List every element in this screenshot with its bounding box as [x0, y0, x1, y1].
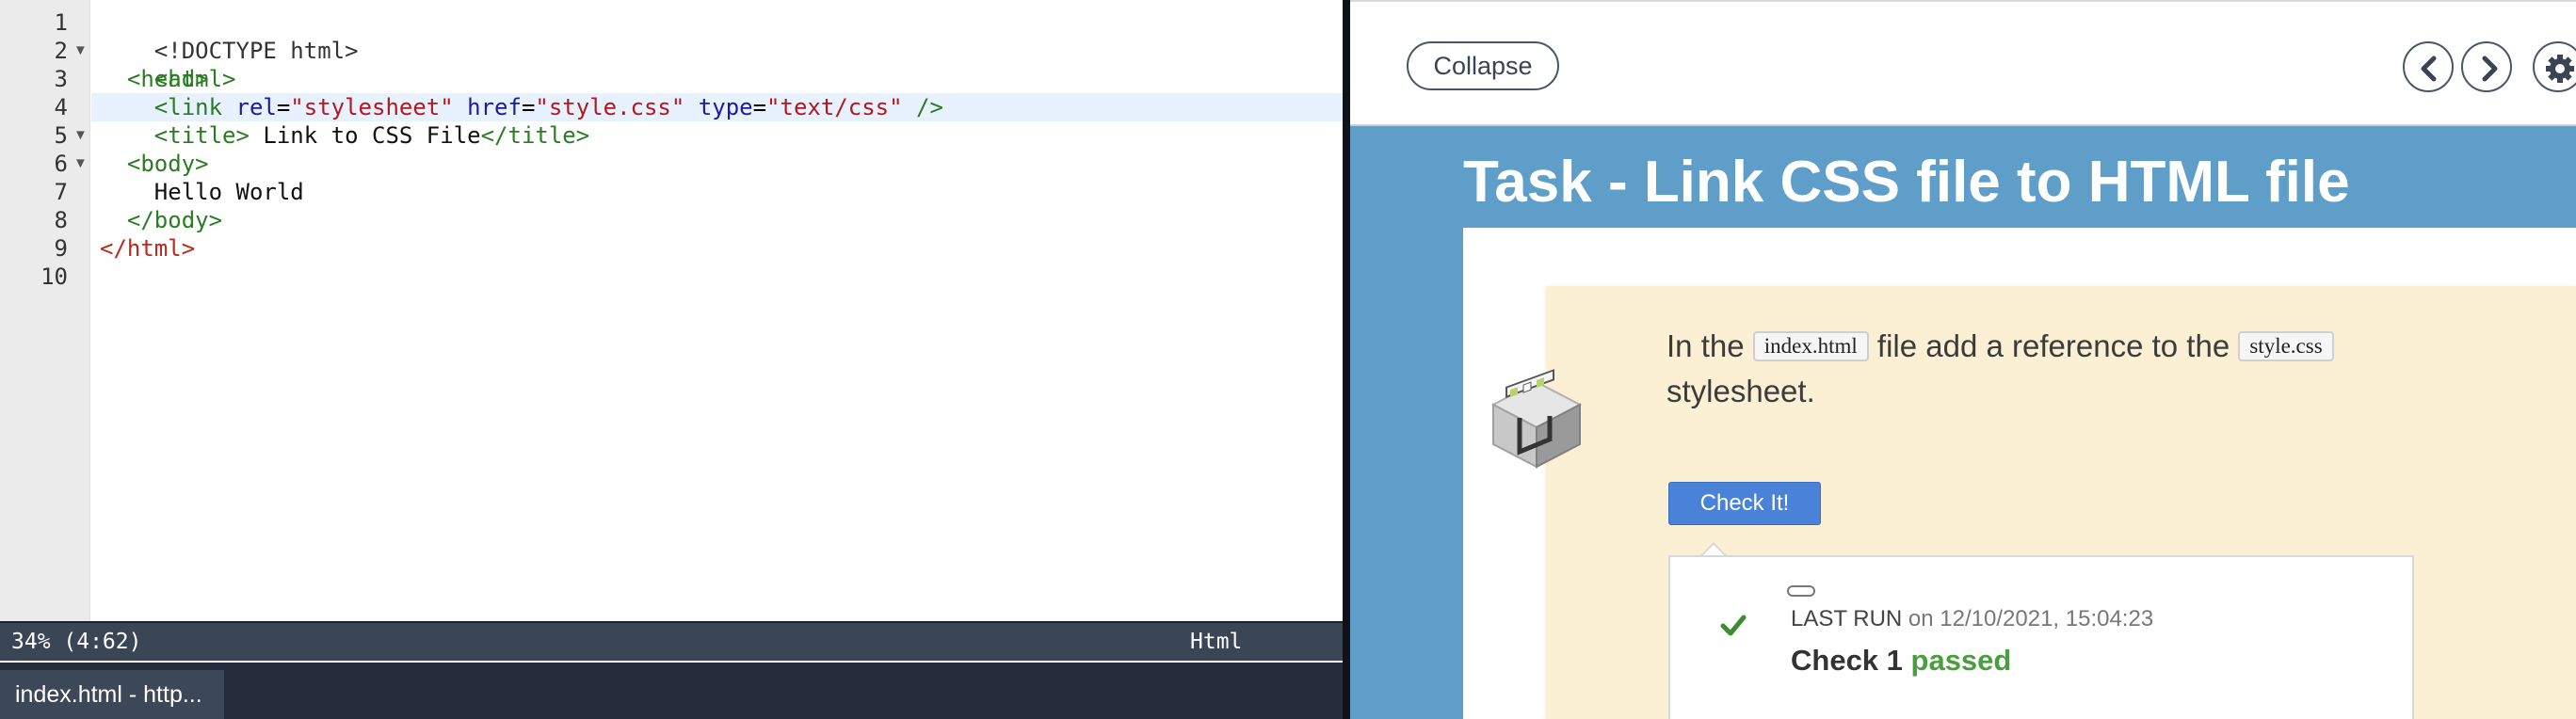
fold-toggle-icon[interactable]: ▼: [73, 121, 88, 150]
text-token: Link to CSS File: [249, 122, 481, 149]
line-number: 3: [54, 66, 68, 92]
check-status: passed: [1910, 644, 2012, 677]
last-run-date: 12/10/2021, 15:04:23: [1940, 606, 2154, 631]
attr-token: href: [453, 94, 522, 120]
task-title: Task - Link CSS file to HTML file: [1463, 150, 2350, 215]
code-line-2[interactable]: <html>: [100, 37, 236, 92]
task-card-surface: In the index.html file add a reference t…: [1490, 286, 2576, 719]
line-number: 6: [54, 151, 68, 177]
task-toolbar: Collapse: [1350, 0, 2576, 126]
line-number: 2: [54, 38, 68, 64]
fold-toggle-icon[interactable]: ▼: [73, 37, 88, 65]
tag-token: </title>: [480, 122, 590, 149]
line-number: 8: [54, 207, 68, 233]
check-icon: [1720, 615, 1747, 636]
check-label: Check 1: [1791, 644, 1911, 677]
line-number: 1: [54, 9, 68, 36]
collapse-button[interactable]: Collapse: [1407, 41, 1559, 90]
check-it-button[interactable]: Check It!: [1668, 482, 1821, 525]
eq-token: =: [752, 94, 767, 120]
cursor-position: 34% (4:62): [11, 630, 142, 654]
task-instruction: In the index.html file add a reference t…: [1666, 324, 2439, 414]
string-token: "style.css": [535, 94, 685, 120]
tag-token: />: [902, 94, 943, 120]
tag-token: <link: [153, 94, 223, 120]
last-run-result: LAST RUN on 12/10/2021, 15:04:23 Check 1…: [1668, 555, 2414, 719]
file-tab-bar: index.html - http...: [0, 663, 1343, 719]
settings-button[interactable]: [2533, 41, 2576, 92]
line-number: 5: [54, 122, 68, 149]
result-toggle[interactable]: [1787, 585, 1815, 597]
chevron-right-icon: [2482, 56, 2498, 82]
pane-divider[interactable]: [1343, 0, 1350, 719]
text-token: Hello World: [153, 179, 304, 205]
tag-token: <head>: [126, 66, 209, 92]
last-run-on: on: [1902, 606, 1940, 631]
code-line-4[interactable]: <link rel="stylesheet" href="style.css" …: [100, 93, 943, 121]
code-line-5[interactable]: <title> Link to CSS File</title>: [100, 121, 589, 150]
chevron-left-icon: [2421, 56, 2437, 82]
line-number: 10: [40, 264, 68, 290]
code-line-1[interactable]: <!DOCTYPE html>: [100, 8, 359, 64]
code-line-9[interactable]: </html>: [100, 234, 195, 263]
eq-token: =: [276, 94, 291, 120]
attr-token: rel: [222, 94, 277, 120]
tag-token: </body>: [126, 207, 223, 233]
code-chip-style-css: style.css: [2238, 331, 2334, 361]
instruction-text: file add a reference to the: [1868, 328, 2239, 363]
code-line-3[interactable]: <head>: [100, 65, 209, 93]
string-token: "text/css": [766, 94, 903, 120]
tag-token: <title>: [153, 122, 250, 149]
instruction-text: stylesheet.: [1666, 374, 1815, 408]
code-chip-index-html: index.html: [1752, 331, 1869, 361]
string-token: "stylesheet": [290, 94, 454, 120]
line-number: 7: [54, 179, 68, 205]
build-step-badge-icon: [1490, 369, 1583, 469]
code-editor[interactable]: 1 2 3 4 5 6 7 8 9 10 ▼ ▼ ▼ <!DOCTYPE htm…: [0, 0, 1343, 719]
attr-token: type: [684, 94, 753, 120]
tag-token: <body>: [126, 151, 209, 177]
line-number: 9: [54, 235, 68, 262]
code-line-7[interactable]: Hello World: [100, 178, 304, 206]
gear-icon: [2546, 55, 2574, 83]
tab-index-html[interactable]: index.html - http...: [0, 670, 224, 719]
language-mode[interactable]: Html: [1190, 623, 1242, 661]
line-number-gutter: 1 2 3 4 5 6 7 8 9 10 ▼ ▼ ▼: [0, 0, 90, 621]
check-result: Check 1 passed: [1791, 644, 2011, 678]
eq-token: =: [521, 94, 536, 120]
code-line-6[interactable]: <body>: [100, 150, 209, 178]
instruction-text: In the: [1666, 328, 1753, 363]
editor-status-bar: 34% (4:62) Html: [0, 621, 1343, 661]
last-run-info: LAST RUN on 12/10/2021, 15:04:23: [1791, 606, 2153, 632]
previous-button[interactable]: [2403, 41, 2454, 92]
next-button[interactable]: [2461, 41, 2512, 92]
tag-token: </html>: [100, 235, 196, 262]
code-line-8[interactable]: </body>: [100, 206, 222, 234]
last-run-label: LAST RUN: [1791, 606, 1903, 631]
fold-toggle-icon[interactable]: ▼: [73, 150, 88, 178]
line-number: 4: [54, 94, 68, 120]
